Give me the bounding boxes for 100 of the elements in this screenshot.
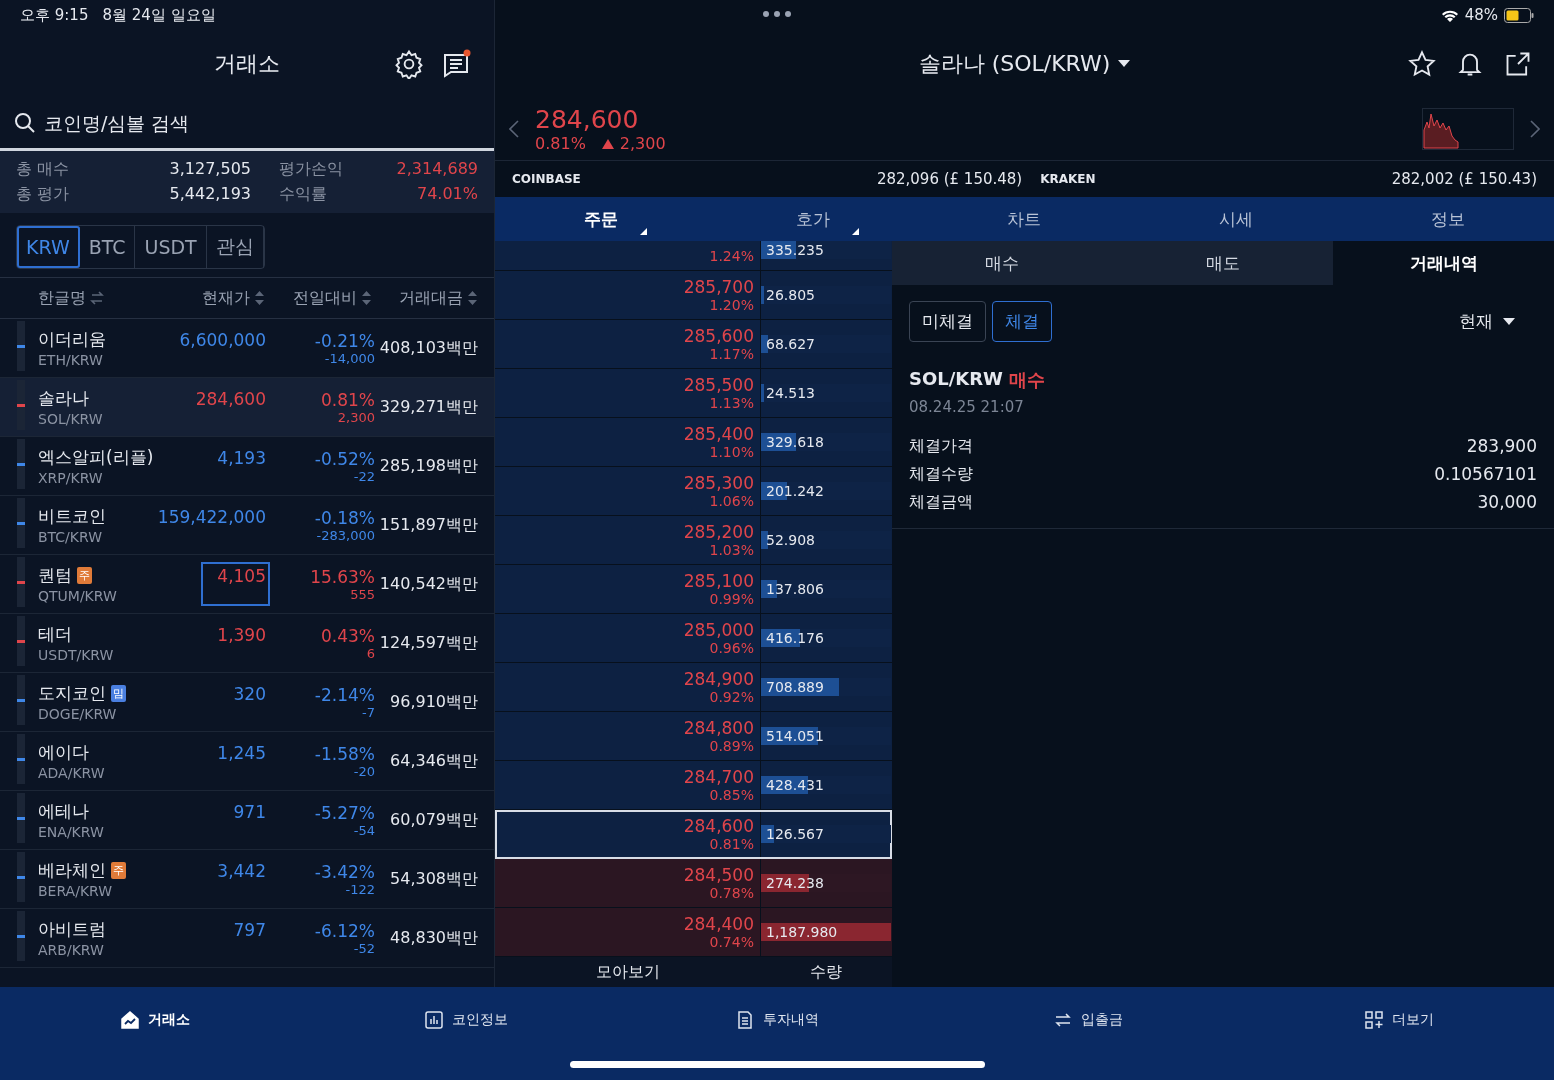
coin-symbol: ARB/KRW	[38, 942, 105, 958]
order-percent: 1.20%	[709, 297, 754, 313]
order-price: 285,000	[683, 620, 754, 640]
orderbook-option[interactable]: 모아보기	[495, 957, 761, 987]
mini-candle-icon	[16, 439, 26, 489]
nav-item[interactable]: 입출금	[932, 1009, 1244, 1031]
order-quantity: 514.051	[765, 727, 824, 745]
order-quantity: 26.805	[765, 286, 815, 304]
orderbook-option[interactable]: 수량	[761, 957, 891, 987]
column-header[interactable]: 한글명	[38, 287, 86, 309]
order-percent: 1.10%	[709, 444, 754, 460]
period-dropdown[interactable]: 현재	[1453, 309, 1521, 334]
column-header[interactable]: 현재가	[202, 287, 250, 309]
coin-symbol: SOL/KRW	[38, 411, 103, 427]
corner-triangle-icon	[851, 228, 859, 235]
coin-symbol: ENA/KRW	[38, 824, 104, 840]
coin-symbol: DOGE/KRW	[38, 706, 118, 722]
order-price: 284,400	[683, 914, 754, 934]
detail-tab[interactable]: 차트	[918, 197, 1131, 241]
filter-button[interactable]: 체결	[992, 301, 1052, 342]
nav-item[interactable]: 거래소	[0, 1009, 311, 1031]
bar-chart-icon	[424, 1010, 445, 1030]
corner-triangle-icon	[639, 228, 647, 235]
trade-volume: 124,597백만	[378, 632, 478, 654]
more-dots-icon[interactable]	[762, 10, 792, 18]
nav-item[interactable]: 투자내역	[621, 1009, 933, 1031]
coin-symbol: ADA/KRW	[38, 765, 105, 781]
notice-icon[interactable]	[442, 49, 472, 79]
nav-item[interactable]: 코인정보	[310, 1009, 622, 1031]
change-percent: 0.43%	[321, 625, 375, 646]
battery-percent: 48%	[1464, 6, 1498, 24]
search-icon	[14, 112, 36, 134]
pair-selector[interactable]: 솔라나 (SOL/KRW)	[912, 48, 1137, 80]
coin-symbol: USDT/KRW	[38, 647, 114, 663]
field-value: 0.10567101	[1434, 464, 1537, 484]
order-quantity: 201.242	[765, 482, 824, 500]
order-percent: 0.96%	[709, 640, 754, 656]
market-tab[interactable]: 관심	[206, 226, 264, 268]
coin-price: 284,600	[194, 388, 267, 411]
column-header[interactable]: 거래대금	[399, 287, 463, 309]
sort-icon	[254, 290, 265, 306]
change-percent: -0.21%	[314, 330, 375, 351]
wifi-icon	[1440, 8, 1459, 22]
order-percent: 1.13%	[709, 395, 754, 411]
settings-icon[interactable]	[394, 49, 424, 79]
order-percent: 0.92%	[709, 689, 754, 705]
coin-price: 971	[232, 801, 267, 824]
chevron-right-icon[interactable]	[1530, 120, 1540, 138]
field-label: 체결가격	[909, 435, 973, 457]
order-quantity: 274.238	[765, 874, 824, 892]
mini-candle-icon	[16, 675, 26, 725]
coin-name: 베라체인	[38, 859, 106, 882]
change-amount: -122	[345, 881, 375, 897]
summary-label: 총 매수	[16, 159, 71, 180]
coin-name: 이더리움	[38, 328, 106, 351]
field-value: 283,900	[1466, 436, 1537, 456]
change-amount: -14,000	[324, 350, 375, 366]
trade-volume: 408,103백만	[378, 337, 478, 359]
order-price: 285,300	[683, 473, 754, 493]
order-percent: 1.06%	[709, 493, 754, 509]
orderbook-row[interactable]: 1.24% 335.235	[495, 241, 892, 271]
order-tab[interactable]: 매도	[1112, 241, 1334, 285]
trade-time: 08.24.25 21:07	[909, 398, 1025, 416]
detail-tab[interactable]: 정보	[1342, 197, 1554, 241]
change-percent: 0.81%	[535, 134, 586, 153]
order-percent: 0.81%	[709, 836, 754, 852]
coin-name: 엑스알피(리플)	[38, 446, 154, 469]
summary-label: 평가손익	[278, 159, 344, 180]
nav-item[interactable]: 더보기	[1243, 1009, 1554, 1031]
order-price: 284,700	[683, 767, 754, 787]
coin-name: 솔라나	[38, 387, 89, 410]
order-quantity: 24.513	[765, 384, 815, 402]
order-percent: 0.74%	[709, 934, 754, 950]
mini-candle-icon	[16, 852, 26, 902]
detail-tab[interactable]: 시세	[1130, 197, 1343, 241]
order-quantity: 335.235	[765, 241, 824, 259]
exchange-name: COINBASE	[512, 172, 581, 186]
coin-name: 도지코인	[38, 682, 106, 705]
market-tab[interactable]: BTC	[79, 226, 136, 268]
detail-tab[interactable]: 호가	[706, 197, 919, 241]
filter-button[interactable]: 미체결	[909, 301, 986, 342]
market-tab[interactable]: USDT	[135, 226, 207, 268]
detail-tab[interactable]: 주문	[495, 197, 707, 241]
trade-volume: 54,308백만	[389, 868, 478, 890]
coin-price: 320	[232, 683, 267, 706]
order-tab[interactable]: 매수	[892, 241, 1113, 285]
star-icon[interactable]	[1408, 50, 1436, 78]
chevron-left-icon[interactable]	[509, 120, 519, 138]
market-tab[interactable]: KRW	[17, 226, 80, 268]
status-time: 오후 9:15	[20, 5, 89, 25]
mini-candle-icon	[16, 911, 26, 961]
column-header[interactable]: 전일대비	[293, 287, 357, 309]
share-icon[interactable]	[1504, 50, 1532, 78]
order-quantity: 416.176	[765, 629, 824, 647]
order-price: 284,500	[683, 865, 754, 885]
search-field[interactable]: 코인명/심볼 검색	[42, 111, 446, 135]
change-amount: -7	[362, 704, 375, 720]
coin-symbol: BERA/KRW	[38, 883, 114, 899]
order-tab[interactable]: 거래내역	[1333, 241, 1554, 285]
change-amount: 6	[366, 645, 375, 661]
